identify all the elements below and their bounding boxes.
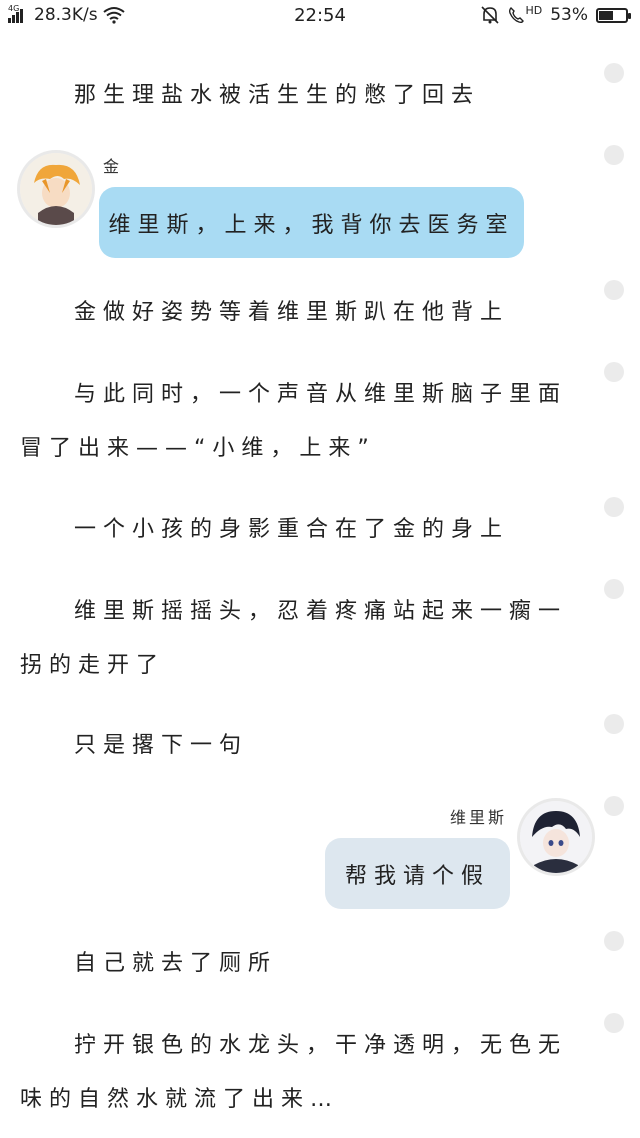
mute-bell-icon — [481, 6, 500, 24]
story-paragraph: 那生理盐水被活生生的憋了回去 — [74, 83, 481, 108]
status-bar: 4G 28.3K/s 22:54 HD 53% — [0, 0, 640, 34]
scroll-dot — [604, 931, 624, 951]
story-paragraph: 金做好姿势等着维里斯趴在他背上 — [74, 300, 510, 325]
battery-percent: 53% — [550, 5, 588, 25]
scroll-dot — [604, 497, 624, 517]
scroll-dot — [604, 362, 624, 382]
phone-icon — [509, 7, 525, 24]
scroll-dot — [604, 145, 624, 165]
character-portrait-icon — [20, 153, 92, 225]
story-paragraph: 自己就去了厕所 — [74, 951, 278, 976]
avatar-wiris — [520, 801, 592, 873]
scroll-dot — [604, 1013, 624, 1033]
hd-label: HD — [525, 3, 543, 17]
status-right: HD 53% — [480, 3, 631, 25]
speaker-name: 维里斯 — [450, 808, 508, 827]
story-paragraph: 与此同时，一个声音从维里斯脑子里面冒了出来——“小维，上来” — [20, 382, 568, 461]
story-paragraph: 只是撂下一句 — [74, 733, 249, 758]
avatar-jin — [20, 153, 92, 225]
chat-bubble: 维里斯，上来，我背你去医务室 — [99, 187, 524, 258]
battery-icon — [596, 7, 631, 23]
speaker-name: 金 — [103, 157, 123, 176]
scroll-dot — [604, 280, 624, 300]
scroll-dot — [604, 796, 624, 816]
chat-bubble: 帮我请个假 — [325, 838, 510, 909]
hd-call-indicator: HD — [508, 3, 543, 24]
scroll-dot — [604, 714, 624, 734]
story-paragraph: 一个小孩的身影重合在了金的身上 — [74, 517, 510, 542]
scroll-dot — [604, 63, 624, 83]
story-paragraph: 拧开银色的水龙头，干净透明，无色无味的自然水就流了出来… — [20, 1033, 568, 1112]
character-portrait-icon — [520, 801, 592, 873]
story-paragraph: 维里斯摇摇头，忍着疼痛站起来一瘸一拐的走开了 — [20, 599, 568, 678]
scroll-dot — [604, 579, 624, 599]
